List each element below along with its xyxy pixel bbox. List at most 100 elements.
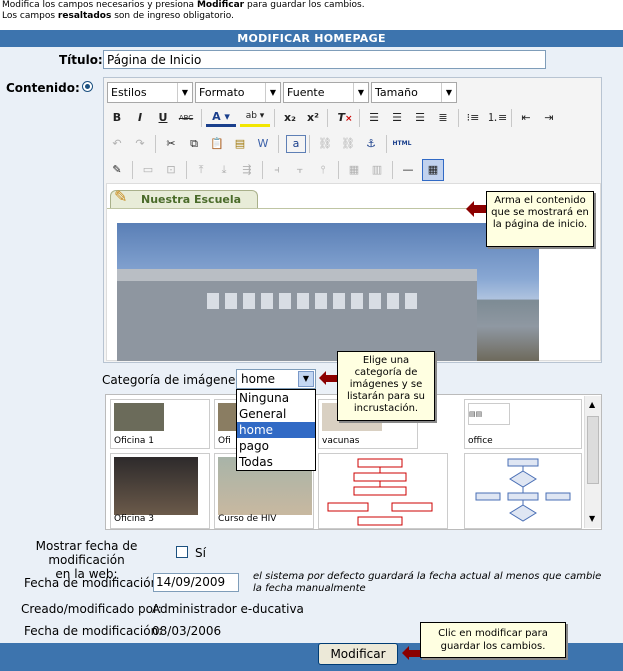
- nuestra-escuela-tab: Nuestra Escuela: [110, 190, 258, 208]
- tamano-combo-label: Tamaño: [375, 86, 418, 99]
- delete-row-icon[interactable]: ⇶: [238, 161, 256, 179]
- align-left-icon[interactable]: ☰: [365, 109, 383, 127]
- numbered-list-icon[interactable]: ⒈≡: [487, 109, 507, 127]
- formato-combo[interactable]: Formato ▼: [195, 82, 281, 103]
- help-line-1c: para guardar los cambios.: [244, 0, 365, 10]
- delete-col-icon[interactable]: ⫯: [314, 161, 332, 179]
- remove-format-icon[interactable]: T×: [336, 109, 354, 127]
- bullet-list-icon[interactable]: ⁝≡: [464, 109, 482, 127]
- insert-row-before-icon[interactable]: ⤒: [192, 161, 210, 179]
- gallery-item[interactable]: [464, 453, 582, 529]
- fuente-combo[interactable]: Fuente ▼: [283, 82, 369, 103]
- chevron-down-icon: ▼: [353, 83, 368, 102]
- page-header: MODIFICAR HOMEPAGE: [0, 30, 623, 47]
- window: [333, 293, 345, 309]
- link-icon[interactable]: ⛓: [316, 135, 334, 153]
- modificar-button[interactable]: Modificar: [318, 643, 398, 665]
- toolbar-separator: [327, 109, 328, 127]
- horizontal-rule-icon[interactable]: —: [399, 161, 417, 179]
- justify-icon[interactable]: ≣: [434, 109, 452, 127]
- gallery-caption: Curso de HIV: [218, 514, 277, 524]
- scroll-up-icon[interactable]: ▲: [589, 400, 595, 409]
- html-source-icon[interactable]: HTML: [391, 135, 413, 153]
- copy-icon[interactable]: ⧉: [185, 135, 203, 153]
- gallery-scrollbar[interactable]: ▲ ▼: [584, 396, 601, 528]
- help-line-2a: Los campos: [2, 11, 58, 21]
- estilos-combo[interactable]: Estilos ▼: [107, 82, 193, 103]
- outdent-icon[interactable]: ⇤: [517, 109, 535, 127]
- arrow-left-icon: [408, 650, 420, 657]
- scroll-down-icon[interactable]: ▼: [589, 514, 595, 523]
- italic-icon[interactable]: I: [131, 109, 149, 127]
- category-option-selected[interactable]: home: [237, 422, 315, 438]
- category-dropdown-list: Ninguna General home pago Todas: [236, 389, 316, 471]
- bold-icon[interactable]: B: [108, 109, 126, 127]
- table-row-icon[interactable]: ▭: [139, 161, 157, 179]
- estilos-combo-label: Estilos: [111, 86, 147, 99]
- gallery-item[interactable]: ▤▤ office: [464, 399, 582, 449]
- align-center-icon[interactable]: ☰: [388, 109, 406, 127]
- indent-icon[interactable]: ⇥: [540, 109, 558, 127]
- contenido-radio[interactable]: [82, 81, 93, 92]
- gallery-item[interactable]: Oficina 1: [110, 399, 210, 449]
- strikethrough-icon[interactable]: ABC: [177, 109, 195, 127]
- table-icon[interactable]: ▦: [422, 159, 444, 181]
- titulo-label: Título:: [59, 53, 103, 67]
- highlight-icon[interactable]: ab ▾: [240, 109, 270, 127]
- align-right-icon[interactable]: ☰: [411, 109, 429, 127]
- window: [225, 293, 237, 309]
- building-roof: [117, 269, 477, 281]
- paste-word-icon[interactable]: W: [254, 135, 272, 153]
- subscript-icon[interactable]: x₂: [281, 109, 299, 127]
- undo-icon[interactable]: ↶: [108, 135, 126, 153]
- insert-col-before-icon[interactable]: ⫞: [268, 161, 286, 179]
- split-cells-icon[interactable]: ▦: [345, 161, 363, 179]
- anchor-icon[interactable]: ⚓: [362, 135, 380, 153]
- gallery-item[interactable]: Oficina 3: [110, 453, 210, 529]
- unlink-icon[interactable]: ⛓: [339, 135, 357, 153]
- window: [279, 293, 291, 309]
- toolbar-separator: [278, 135, 279, 153]
- merge-cells-icon[interactable]: ▥: [368, 161, 386, 179]
- cut-icon[interactable]: ✂: [162, 135, 180, 153]
- help-line-1a: Modifica los campos necesarios y presion…: [2, 0, 197, 10]
- paste-icon[interactable]: 📋: [208, 135, 226, 153]
- window: [387, 293, 399, 309]
- table-cell-icon[interactable]: ⊡: [162, 161, 180, 179]
- insert-col-after-icon[interactable]: ⫟: [291, 161, 309, 179]
- category-option[interactable]: Ninguna: [237, 390, 315, 406]
- tamano-combo[interactable]: Tamaño ▼: [371, 82, 457, 103]
- superscript-icon[interactable]: x²: [304, 109, 322, 127]
- building-shape: [117, 269, 477, 361]
- scrollbar-thumb[interactable]: [587, 416, 599, 484]
- editor-tooltip: Arma el contenido que se mostrará en la …: [486, 191, 594, 247]
- help-line-2b: resaltados: [57, 11, 112, 21]
- insert-row-after-icon[interactable]: ⤓: [215, 161, 233, 179]
- toolbar-separator: [132, 161, 133, 179]
- edit-icon[interactable]: ✎: [108, 161, 126, 179]
- window: [351, 293, 363, 309]
- redo-icon[interactable]: ↷: [131, 135, 149, 153]
- mostrar-fecha-checkbox[interactable]: [176, 546, 188, 558]
- tab-label: Nuestra Escuela: [141, 193, 242, 206]
- category-option[interactable]: Todas: [237, 454, 315, 470]
- creado-value: Administrador e-ducativa: [152, 602, 304, 616]
- help-line-1b: Modificar: [196, 0, 245, 10]
- category-option[interactable]: pago: [237, 438, 315, 454]
- category-option[interactable]: General: [237, 406, 315, 422]
- paste-text-icon[interactable]: ▤: [231, 135, 249, 153]
- font-color-icon[interactable]: A ▾: [206, 109, 236, 127]
- gallery-item[interactable]: [318, 453, 448, 529]
- toolbar-separator: [186, 161, 187, 179]
- titulo-input[interactable]: Página de Inicio: [103, 50, 546, 69]
- underline-icon[interactable]: U: [154, 109, 172, 127]
- org-chart-thumbnail: [327, 458, 433, 526]
- chevron-down-icon[interactable]: ▼: [298, 371, 314, 387]
- fecha-modificacion-input[interactable]: 14/09/2009: [153, 573, 239, 592]
- find-icon[interactable]: a: [286, 135, 306, 153]
- chevron-down-icon: ▼: [265, 83, 280, 102]
- category-select[interactable]: home ▼: [236, 369, 316, 389]
- arrow-left-icon: [472, 205, 486, 213]
- help-line-2c: son de ingreso obligatorio.: [111, 11, 234, 21]
- flowchart-thumbnail: [475, 458, 571, 522]
